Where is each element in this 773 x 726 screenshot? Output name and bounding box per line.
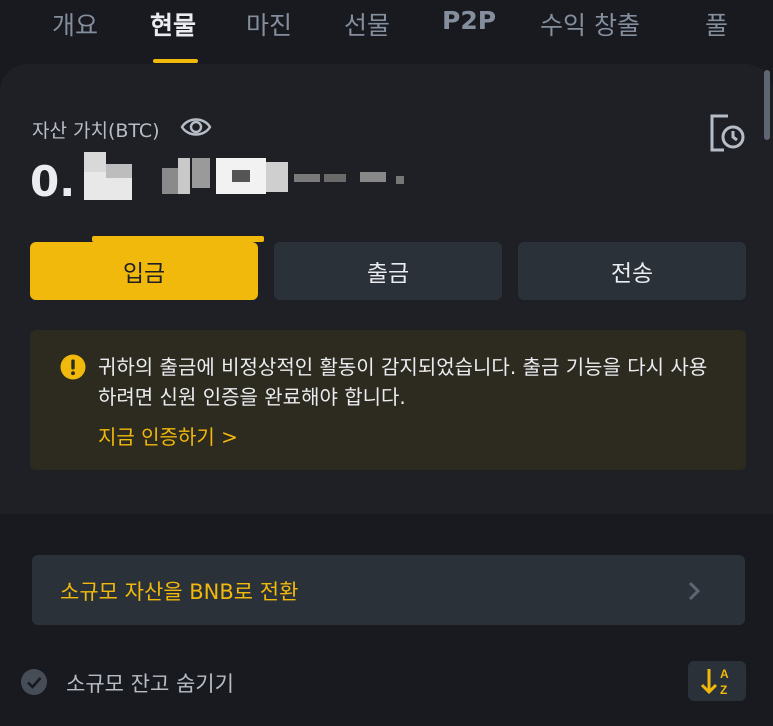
deposit-button[interactable]: 입금: [30, 242, 258, 300]
chevron-right-icon: [688, 581, 701, 601]
asset-tabs: 개요 현물 마진 선물 P2P 수익 창출 풀: [0, 0, 773, 63]
svg-text:Z: Z: [720, 683, 727, 697]
sort-button[interactable]: A Z: [688, 661, 746, 701]
hide-small-balances-label: 소규모 잔고 숨기기: [66, 672, 234, 696]
verify-now-link[interactable]: 지금 인증하기 >: [98, 421, 238, 450]
sort-az-icon: A Z: [700, 667, 729, 697]
active-tab-indicator: [153, 59, 198, 63]
withdraw-button[interactable]: 출금: [274, 242, 502, 300]
scrollbar[interactable]: [764, 70, 770, 140]
balance-value: 0.: [30, 157, 76, 206]
check-circle-icon[interactable]: [20, 668, 48, 696]
svg-text:A: A: [720, 667, 729, 681]
tab-spot[interactable]: 현물: [150, 6, 196, 42]
tab-p2p[interactable]: P2P: [442, 6, 496, 35]
asset-value-label: 자산 가치(BTC): [32, 120, 160, 142]
history-icon[interactable]: [706, 112, 746, 154]
eye-icon[interactable]: [180, 114, 212, 140]
warning-icon: [60, 354, 86, 380]
tab-earn[interactable]: 수익 창출: [540, 6, 640, 42]
tab-margin[interactable]: 마진: [246, 6, 292, 42]
tab-pool[interactable]: 풀: [705, 6, 728, 42]
convert-to-bnb-label: 소규모 자산을 BNB로 전환: [60, 580, 299, 604]
tab-overview[interactable]: 개요: [52, 6, 98, 42]
alert-message: 귀하의 출금에 비정상적인 활동이 감지되었습니다. 출금 기능을 다시 사용하…: [98, 355, 708, 409]
transfer-button[interactable]: 전송: [518, 242, 746, 300]
tab-futures[interactable]: 선물: [344, 6, 390, 42]
